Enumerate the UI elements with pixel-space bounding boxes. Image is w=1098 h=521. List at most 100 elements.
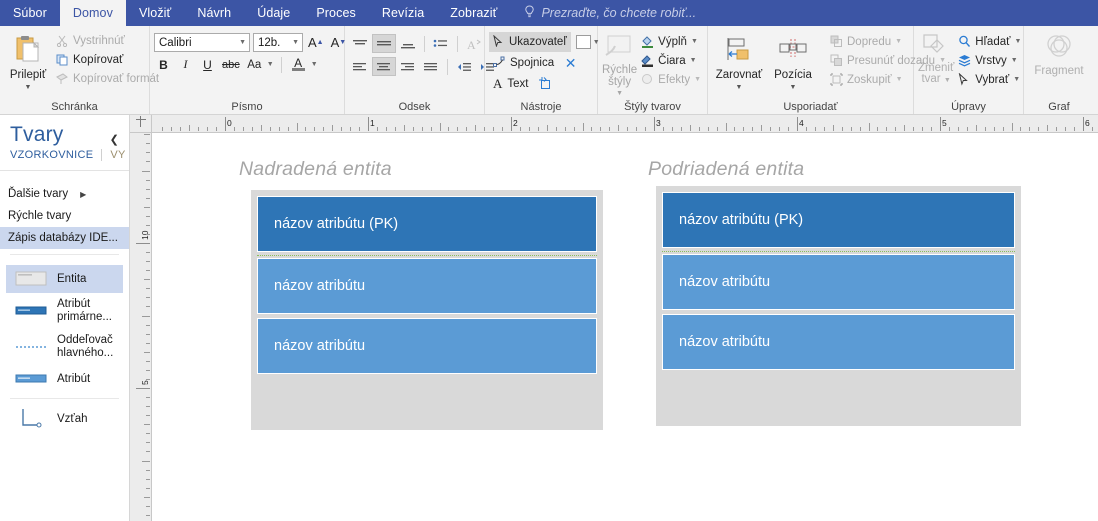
quick-styles-label[interactable]: Rýchle štýly	[602, 64, 637, 88]
tab-domov[interactable]: Domov	[59, 0, 126, 26]
tab-navrh[interactable]: Návrh	[184, 0, 244, 26]
strikethrough-button[interactable]: abc	[220, 55, 242, 74]
tab-zobrazit[interactable]: Zobraziť	[437, 0, 510, 26]
entity-child[interactable]: názov atribútu (PK) názov atribútu názov…	[656, 186, 1021, 426]
ruler-minor-tick	[546, 125, 548, 131]
chevron-down-icon: ▼	[895, 76, 903, 83]
tell-me-search[interactable]: Prezraďte, čo chcete robiť...	[510, 0, 696, 26]
line-icon	[640, 54, 654, 68]
change-case-button[interactable]: Aa	[245, 55, 264, 74]
search-button[interactable]: Hľadať ▼	[954, 32, 1024, 51]
bring-forward-label: Dopredu	[847, 35, 892, 48]
chevron-down-icon: ▼	[694, 76, 702, 83]
align-bottom-button[interactable]	[397, 34, 419, 53]
close-button[interactable]: ✕	[561, 54, 580, 73]
tab-proces[interactable]: Proces	[303, 0, 369, 26]
chevron-left-icon[interactable]: ❮	[110, 123, 129, 146]
ruler-minor-tick	[146, 487, 150, 489]
font-color-button[interactable]: A	[289, 55, 308, 74]
ruler-minor-tick	[146, 469, 150, 471]
tab-vy[interactable]: VY	[110, 149, 125, 161]
shapes-link-zapis-databazy[interactable]: Zápis databázy IDE...	[0, 227, 129, 249]
crop-tool-button[interactable]	[535, 75, 554, 94]
tab-udaje[interactable]: Údaje	[244, 0, 303, 26]
connector-tool-button[interactable]: Spojnica	[489, 53, 558, 73]
ruler-corner[interactable]	[130, 115, 152, 132]
fragment-button[interactable]: Fragment	[1028, 29, 1090, 77]
divider	[280, 56, 282, 73]
cut-button[interactable]: Vystrihnúť	[52, 31, 162, 50]
fill-button[interactable]: Výplň ▼	[637, 32, 704, 51]
ruler-minor-tick	[1020, 127, 1022, 131]
ruler-minor-tick	[146, 233, 150, 235]
ruler-minor-tick	[868, 123, 870, 131]
chevron-down-icon[interactable]: ▼	[267, 61, 274, 68]
horizontal-ruler[interactable]: 0 1 2 3 4 5 6	[130, 115, 1098, 133]
vertical-ruler[interactable]: 10 5	[130, 133, 152, 521]
ruler-minor-tick	[403, 125, 405, 131]
shapes-link-rychle-tvary[interactable]: Rýchle tvary	[0, 205, 129, 227]
attribute-row-pk[interactable]: názov atribútu (PK)	[257, 196, 597, 252]
attribute-row[interactable]: názov atribútu	[257, 258, 597, 314]
ruler-minor-tick	[287, 127, 289, 131]
close-x-icon: ✕	[564, 54, 577, 71]
stencil-item-entita[interactable]: Entita	[6, 265, 123, 293]
format-painter-button[interactable]: Kopírovať formát	[52, 69, 162, 88]
underline-button[interactable]: U	[198, 55, 217, 74]
attribute-row[interactable]: názov atribútu	[662, 314, 1015, 370]
align-shapes-button[interactable]: Zarovnať ▼	[712, 33, 766, 94]
ruler-minor-tick	[627, 127, 629, 131]
attribute-row-pk[interactable]: názov atribútu (PK)	[662, 192, 1015, 248]
entity-parent[interactable]: názov atribútu (PK) názov atribútu názov…	[251, 190, 603, 430]
decrease-indent-button[interactable]	[453, 57, 475, 76]
line-button[interactable]: Čiara ▼	[637, 51, 704, 70]
effects-button[interactable]: Efekty ▼	[637, 70, 704, 89]
grow-font-button[interactable]: A ▲	[306, 33, 326, 52]
align-top-button[interactable]	[349, 34, 371, 53]
attribute-row[interactable]: názov atribútu	[662, 254, 1015, 310]
font-color-label: A	[294, 56, 303, 70]
text-direction-button[interactable]: A	[463, 34, 485, 53]
format-painter-label: Kopírovať formát	[73, 72, 160, 85]
ruler-minor-tick	[146, 378, 150, 380]
lightbulb-icon	[524, 5, 535, 21]
bullets-button[interactable]	[430, 34, 452, 53]
tab-vlozit[interactable]: Vložiť	[126, 0, 184, 26]
justify-button[interactable]	[420, 57, 442, 76]
copy-button[interactable]: Kopírovať	[52, 50, 162, 69]
font-size-combo[interactable]: 12b. ▼	[253, 33, 303, 52]
fill-icon	[640, 35, 654, 49]
shape-fill-swatch-button[interactable]	[574, 33, 593, 52]
stencil-item-atribut-primarne[interactable]: Atribút primárne...	[6, 293, 123, 329]
tab-vzorkovnice[interactable]: VZORKOVNICE	[10, 149, 93, 161]
divider	[424, 35, 425, 52]
stencil-item-vztah[interactable]: Vzťah	[6, 405, 123, 433]
font-name-combo[interactable]: Calibri ▼	[154, 33, 250, 52]
align-middle-button[interactable]	[372, 34, 396, 53]
position-button[interactable]: Pozícia ▼	[766, 33, 820, 94]
text-tool-button[interactable]: A Text	[489, 74, 532, 94]
change-shape-button[interactable]: Zmeniť tvar ▼	[918, 29, 954, 86]
stencil-item-oddelovac[interactable]: Oddeľovač hlavného...	[6, 329, 123, 365]
chevron-down-icon[interactable]: ▼	[311, 61, 318, 68]
bold-button[interactable]: B	[154, 55, 173, 74]
align-left-button[interactable]	[349, 57, 371, 76]
shapes-link-dalsie-tvary[interactable]: Ďalšie tvary ▶	[0, 183, 129, 205]
tab-subor[interactable]: Súbor	[0, 0, 60, 26]
drawing-page[interactable]: Nadradená entita názov atribútu (PK) náz…	[152, 133, 1098, 521]
stencil-item-atribut[interactable]: Atribút	[6, 365, 123, 393]
paste-button[interactable]: Prilepiť ▼	[4, 31, 52, 94]
layers-button[interactable]: Vrstvy ▼	[954, 51, 1024, 70]
align-center-button[interactable]	[372, 57, 396, 76]
tab-revizia[interactable]: Revízia	[369, 0, 437, 26]
effects-icon	[640, 73, 654, 87]
ruler-minor-tick	[966, 127, 968, 131]
ruler-minor-tick	[385, 127, 387, 131]
italic-button[interactable]: I	[176, 55, 195, 74]
select-button[interactable]: Vybrať ▼	[954, 70, 1024, 89]
ruler-minor-tick	[948, 127, 950, 131]
align-right-button[interactable]	[397, 57, 419, 76]
ruler-minor-tick	[913, 127, 915, 131]
pointer-tool-button[interactable]: Ukazovateľ	[489, 32, 571, 52]
attribute-row[interactable]: názov atribútu	[257, 318, 597, 374]
